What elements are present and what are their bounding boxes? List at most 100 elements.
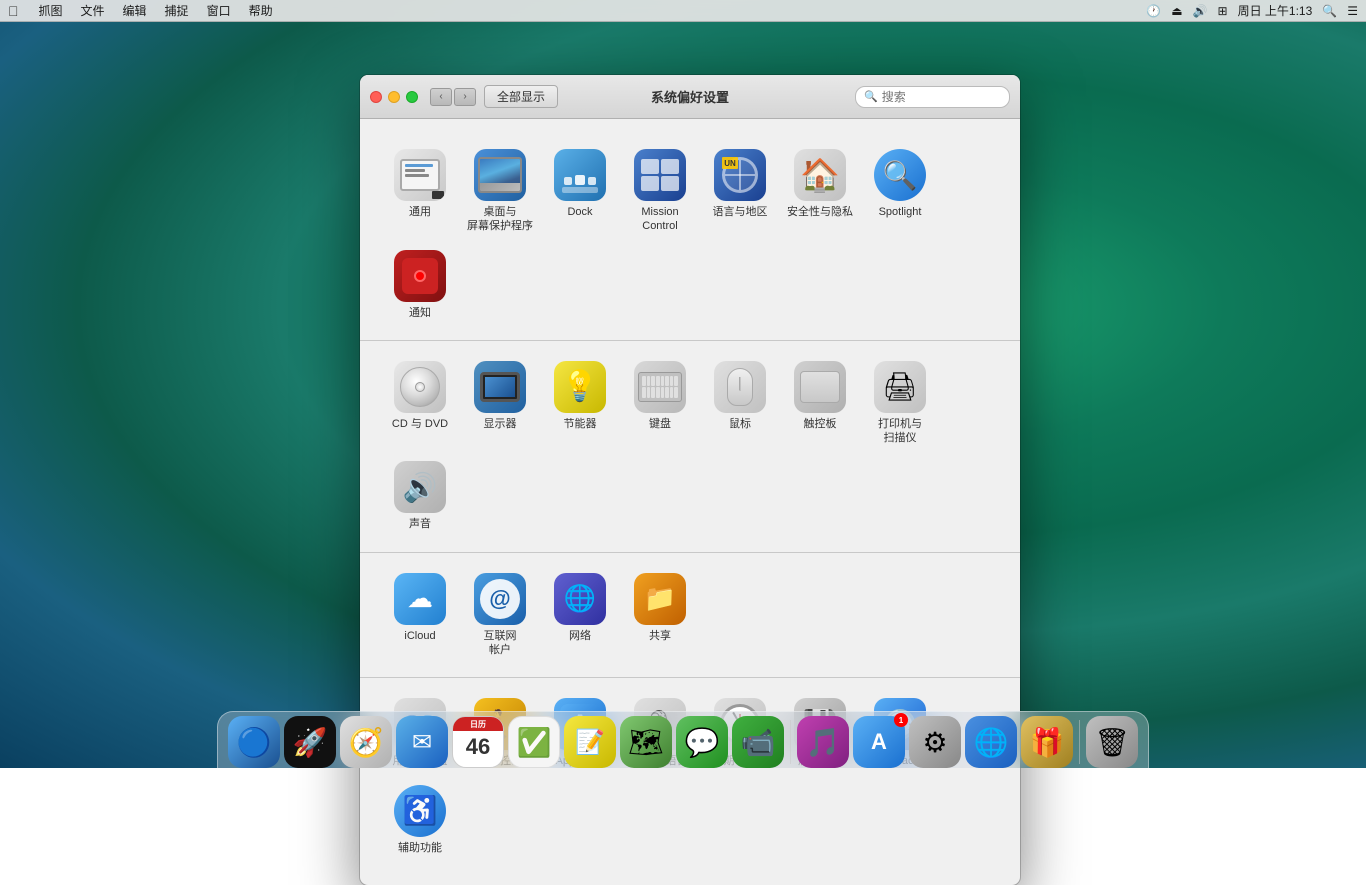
printer-icon: 🖨 xyxy=(874,361,926,413)
menu-window[interactable]: 窗口 xyxy=(199,0,239,22)
language-label: 语言与地区 xyxy=(713,205,768,219)
pref-general[interactable]: 通用 xyxy=(380,141,460,242)
grid-menu-icon[interactable]: ⊞ xyxy=(1218,4,1228,18)
reminders-icon: ✅ xyxy=(508,716,560,768)
pref-energy[interactable]: 💡 节能器 xyxy=(540,353,620,454)
pref-mission[interactable]: Mission Control xyxy=(620,141,700,242)
pref-language[interactable]: UN 语言与地区 xyxy=(700,141,780,242)
dock-trash[interactable]: 🗑 xyxy=(1086,716,1138,768)
sysprefs-dock-icon: ⚙ xyxy=(909,716,961,768)
pref-notification[interactable]: 通知 xyxy=(380,242,460,328)
desktop-label: 桌面与 屏幕保护程序 xyxy=(467,205,533,234)
menu-help[interactable]: 帮助 xyxy=(241,0,281,22)
safari-icon: 🧭 xyxy=(340,716,392,768)
security-icon: 🏠 xyxy=(794,149,846,201)
prefs-grid-internet: ☁ iCloud @ 互联网 帐户 🌐 xyxy=(380,565,1000,666)
section-internet: ☁ iCloud @ 互联网 帐户 🌐 xyxy=(360,553,1020,679)
sharing-label: 共享 xyxy=(649,629,671,643)
apple-logo-icon[interactable]:  xyxy=(8,3,19,19)
pref-monitor[interactable]: 显示器 xyxy=(460,353,540,454)
dock-gift[interactable]: 🎁 xyxy=(1021,716,1073,768)
notification-menu-icon[interactable]: ☰ xyxy=(1347,4,1358,18)
menu-right: 🕐 ⏏ 🔊 ⊞ 周日 上午1:13 🔍 ☰ xyxy=(1146,2,1358,19)
internet-accounts-icon: @ xyxy=(474,573,526,625)
volume-menu-icon[interactable]: 🔊 xyxy=(1193,4,1208,18)
pref-desktop[interactable]: 桌面与 屏幕保护程序 xyxy=(460,141,540,242)
launchpad-icon: 🚀 xyxy=(284,716,336,768)
pref-dock[interactable]: Dock xyxy=(540,141,620,242)
security-label: 安全性与隐私 xyxy=(787,205,853,219)
menu-file[interactable]: 文件 xyxy=(73,0,113,22)
back-button[interactable]: ‹ xyxy=(430,88,452,106)
general-icon xyxy=(394,149,446,201)
pref-cd[interactable]: CD 与 DVD xyxy=(380,353,460,454)
mouse-icon xyxy=(714,361,766,413)
dock-finder[interactable]: 🔵 xyxy=(228,716,280,768)
pref-spotlight[interactable]: 🔍 Spotlight xyxy=(860,141,940,242)
close-button[interactable] xyxy=(370,91,382,103)
facetime-icon: 📹 xyxy=(732,716,784,768)
keyboard-icon xyxy=(634,361,686,413)
dock-launchpad[interactable]: 🚀 xyxy=(284,716,336,768)
dock-calendar[interactable]: 日历 46 xyxy=(452,716,504,768)
pref-mouse[interactable]: 鼠标 xyxy=(700,353,780,454)
minimize-button[interactable] xyxy=(388,91,400,103)
gift-dock-icon: 🎁 xyxy=(1021,716,1073,768)
network-label: 网络 xyxy=(569,629,591,643)
dock-icon-pref xyxy=(554,149,606,201)
dock-safari[interactable]: 🧭 xyxy=(340,716,392,768)
menu-edit[interactable]: 编辑 xyxy=(115,0,155,22)
accessibility-icon: ♿ xyxy=(394,785,446,837)
dock-reminders[interactable]: ✅ xyxy=(508,716,560,768)
pref-security[interactable]: 🏠 安全性与隐私 xyxy=(780,141,860,242)
dock-browser[interactable]: 🌐 xyxy=(965,716,1017,768)
notification-icon xyxy=(394,250,446,302)
pref-accessibility[interactable]: ♿ 辅助功能 xyxy=(380,777,460,863)
browser-dock-icon: 🌐 xyxy=(965,716,1017,768)
search-bar[interactable]: 🔍 xyxy=(855,86,1010,108)
dock-mail[interactable]: ✉ xyxy=(396,716,448,768)
internet-accounts-label: 互联网 帐户 xyxy=(484,629,517,658)
general-label: 通用 xyxy=(409,205,431,219)
dock-appstore[interactable]: A 1 xyxy=(853,716,905,768)
network-icon: 🌐 xyxy=(554,573,606,625)
forward-button[interactable]: › xyxy=(454,88,476,106)
pref-internet-accounts[interactable]: @ 互联网 帐户 xyxy=(460,565,540,666)
dock-facetime[interactable]: 📹 xyxy=(732,716,784,768)
language-icon: UN xyxy=(714,149,766,201)
cd-label: CD 与 DVD xyxy=(392,417,448,431)
sharing-icon: 📁 xyxy=(634,573,686,625)
monitor-label: 显示器 xyxy=(484,417,517,431)
monitor-icon xyxy=(474,361,526,413)
mission-label: Mission Control xyxy=(641,205,678,234)
section-personal: 通用 桌面与 屏幕保护程序 xyxy=(360,129,1020,341)
pref-sound[interactable]: 🔊 声音 xyxy=(380,453,460,539)
show-all-button[interactable]: 全部显示 xyxy=(484,85,558,108)
dock-itunes[interactable]: 🎵 xyxy=(797,716,849,768)
dock-notes[interactable]: 📝 xyxy=(564,716,616,768)
window-content: 通用 桌面与 屏幕保护程序 xyxy=(360,119,1020,885)
energy-icon: 💡 xyxy=(554,361,606,413)
pref-keyboard[interactable]: 键盘 xyxy=(620,353,700,454)
pref-icloud[interactable]: ☁ iCloud xyxy=(380,565,460,666)
spotlight-search-icon[interactable]: 🔍 xyxy=(1322,4,1337,18)
eject-menu-icon[interactable]: ⏏ xyxy=(1171,4,1182,18)
pref-sharing[interactable]: 📁 共享 xyxy=(620,565,700,666)
dock-sysprefs[interactable]: ⚙ xyxy=(909,716,961,768)
search-input[interactable] xyxy=(882,90,1001,104)
spotlight-label: Spotlight xyxy=(879,205,922,219)
pref-printer[interactable]: 🖨 打印机与 扫描仪 xyxy=(860,353,940,454)
pref-network[interactable]: 🌐 网络 xyxy=(540,565,620,666)
menu-capture2[interactable]: 捕捉 xyxy=(157,0,197,22)
trash-icon: 🗑 xyxy=(1086,716,1138,768)
appstore-dock-icon: A 1 xyxy=(853,716,905,768)
pref-trackpad[interactable]: 触控板 xyxy=(780,353,860,454)
finder-icon: 🔵 xyxy=(228,716,280,768)
maximize-button[interactable] xyxy=(406,91,418,103)
prefs-grid-personal: 通用 桌面与 屏幕保护程序 xyxy=(380,141,1000,328)
nav-buttons: ‹ › xyxy=(430,88,476,106)
timemachine-menu-icon[interactable]: 🕐 xyxy=(1146,4,1161,18)
menu-capture[interactable]: 抓图 xyxy=(31,0,71,22)
dock-messages[interactable]: 💬 xyxy=(676,716,728,768)
dock-maps[interactable]: 🗺 xyxy=(620,716,672,768)
